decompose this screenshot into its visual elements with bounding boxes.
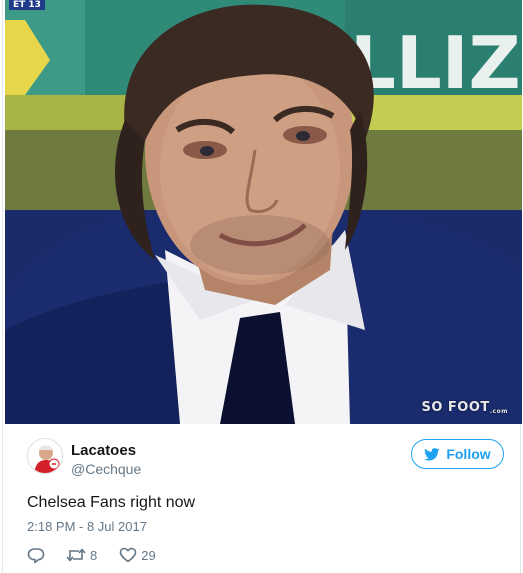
heart-icon <box>119 547 137 563</box>
avatar[interactable] <box>27 438 63 474</box>
reply-icon <box>27 547 45 563</box>
like-count: 29 <box>141 547 156 563</box>
reply-button[interactable] <box>27 547 45 564</box>
tweet-text: Chelsea Fans right now <box>27 494 196 511</box>
like-button[interactable]: 29 <box>119 547 156 563</box>
follow-button[interactable]: Follow <box>411 439 504 469</box>
author-name[interactable]: Lacatoes <box>71 442 136 459</box>
retweet-button[interactable]: 8 <box>66 547 97 563</box>
author-handle[interactable]: @Cechque <box>71 461 141 477</box>
watermark-suffix: .com <box>489 408 508 415</box>
photo-watermark: SO FOOT.com <box>421 400 508 415</box>
tweet-actions: 8 29 <box>27 545 156 565</box>
avatar-image <box>28 439 62 473</box>
tweet-timestamp[interactable]: 2:18 PM - 8 Jul 2017 <box>27 519 147 534</box>
photo-illustration: LLIZ <box>5 0 522 424</box>
tweet-photo[interactable]: LLIZ ET 13 SO FOOT.com <box>5 0 522 424</box>
score-tag: ET 13 <box>9 0 45 10</box>
retweet-count: 8 <box>90 547 98 563</box>
follow-label: Follow <box>446 446 491 462</box>
banner-text: LLIZ <box>350 21 521 105</box>
retweet-icon <box>66 548 86 562</box>
watermark-text: SO FOOT <box>421 400 490 415</box>
tweet-card: LLIZ ET 13 SO FOOT.com Lacatoes @Cechque… <box>2 0 522 573</box>
twitter-bird-icon <box>424 447 440 461</box>
